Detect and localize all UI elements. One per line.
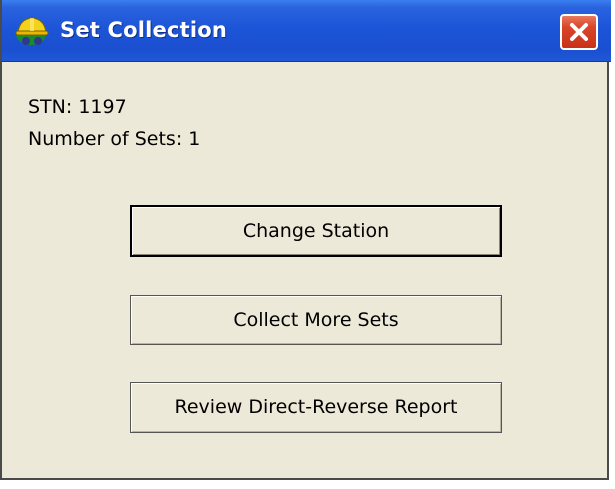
review-direct-reverse-report-label: Review Direct-Reverse Report: [174, 396, 458, 418]
window-title: Set Collection: [60, 18, 228, 42]
set-collection-window: Set Collection STN: 1197 Number of Sets:…: [0, 0, 611, 480]
change-station-label: Change Station: [242, 220, 390, 242]
review-direct-reverse-report-button[interactable]: Review Direct-Reverse Report: [130, 382, 502, 433]
change-station-button[interactable]: Change Station: [130, 205, 502, 257]
number-of-sets-label: Number of Sets: 1: [28, 128, 201, 150]
surveyor-hardhat-icon: [14, 14, 50, 48]
collect-more-sets-button[interactable]: Collect More Sets: [130, 295, 502, 345]
close-icon: [570, 23, 588, 41]
title-bar[interactable]: Set Collection: [2, 0, 611, 62]
collect-more-sets-label: Collect More Sets: [233, 309, 399, 331]
dialog-content: STN: 1197 Number of Sets: 1 Change Stati…: [2, 62, 607, 478]
close-button[interactable]: [560, 14, 598, 50]
station-label: STN: 1197: [28, 96, 127, 118]
